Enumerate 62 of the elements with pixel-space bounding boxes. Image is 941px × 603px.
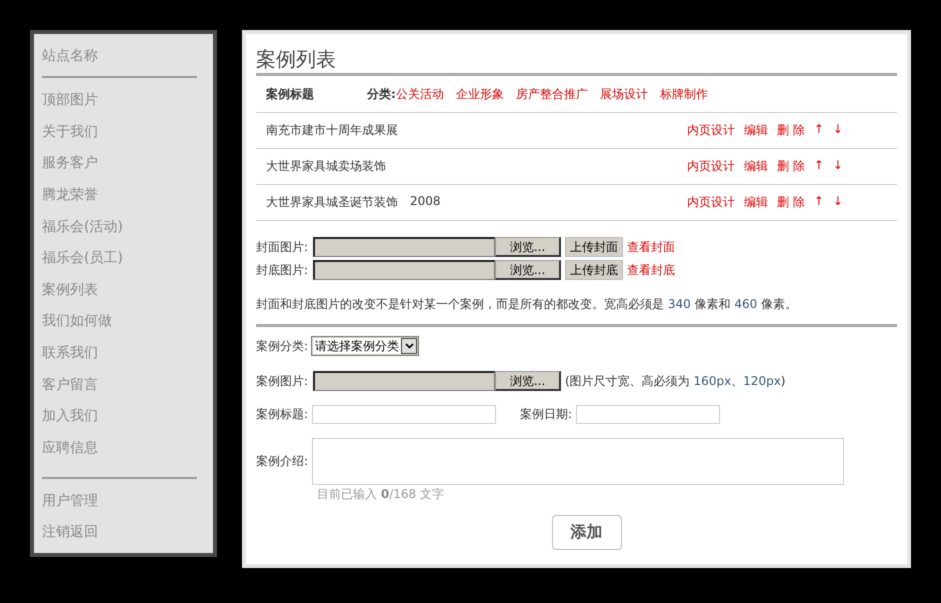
- action-link[interactable]: 编辑: [744, 194, 768, 211]
- category-link[interactable]: 展场设计: [600, 86, 648, 102]
- nav-link[interactable]: 应聘信息: [42, 437, 98, 469]
- field-label: 案例介绍:: [256, 453, 308, 470]
- add-button[interactable]: 添加: [552, 515, 622, 550]
- action-link[interactable]: 内页设计: [687, 158, 735, 175]
- field-label: 封面图片:: [256, 238, 308, 256]
- upload-button[interactable]: 上传封面: [565, 237, 624, 257]
- nav-link[interactable]: 加入我们: [42, 405, 98, 438]
- category-link[interactable]: 企业形象: [456, 86, 504, 102]
- action-link[interactable]: 编辑: [744, 122, 768, 139]
- action-link[interactable]: 内页设计: [687, 122, 735, 139]
- character-counter: 目前已输入 0/168 文字: [317, 486, 445, 502]
- case-title: 大世界家具城卖场装饰: [266, 158, 386, 175]
- field-label: 案例图片:: [256, 372, 308, 390]
- chevron-down-icon: [404, 343, 414, 349]
- category-link[interactable]: 公关活动: [396, 86, 444, 102]
- nav-link[interactable]: 福乐会(员工): [42, 247, 123, 279]
- nav-link[interactable]: 顶部图片: [42, 89, 98, 121]
- action-link[interactable]: ↑: [814, 194, 824, 211]
- nav-link[interactable]: 客户留言: [42, 374, 98, 406]
- column-header: 案例标题: [266, 86, 315, 102]
- nav-link[interactable]: 服务客户: [42, 152, 98, 184]
- nav-link[interactable]: 我们如何做: [42, 310, 112, 342]
- field-label: 封底图片:: [256, 262, 308, 278]
- action-link[interactable]: 删 除: [777, 122, 805, 139]
- site-name: 站点名称: [42, 47, 98, 66]
- category-select[interactable]: 请选择案例分类: [311, 336, 420, 356]
- action-link[interactable]: ↓: [832, 122, 843, 139]
- page-title: 案例列表: [256, 46, 336, 72]
- field-label: 案例日期:: [520, 406, 572, 423]
- action-link[interactable]: ↓: [832, 194, 843, 211]
- case-title: 大世界家具城圣诞节装饰: [266, 194, 398, 211]
- nav-link[interactable]: 关于我们: [42, 120, 98, 152]
- nav-link[interactable]: 福乐会(活动): [42, 216, 123, 248]
- intro-textarea[interactable]: [312, 438, 844, 485]
- action-link[interactable]: ↑: [814, 122, 824, 139]
- action-link[interactable]: ↓: [832, 158, 843, 175]
- case-title: 南充市建市十周年成果展: [266, 122, 398, 139]
- upload-button[interactable]: 上传封底: [565, 260, 624, 280]
- field-label: 案例分类:: [256, 338, 308, 354]
- category-label: 分类:: [367, 86, 396, 102]
- action-link[interactable]: 内页设计: [687, 194, 735, 211]
- cover-note: 封面和封底图片的改变不是针对某一个案例，而是所有的都改变。宽高必须是 340 像素和 460 像素。: [256, 296, 798, 313]
- nav-link[interactable]: 注销返回: [42, 521, 98, 553]
- nav-link[interactable]: 腾龙荣誉: [42, 184, 98, 216]
- action-link[interactable]: 删 除: [777, 194, 805, 211]
- title-input[interactable]: [312, 405, 496, 424]
- action-link[interactable]: 编辑: [744, 158, 768, 175]
- view-link[interactable]: 查看封面: [627, 238, 676, 256]
- category-link[interactable]: 房产整合推广: [516, 86, 588, 102]
- nav-link[interactable]: 案例列表: [42, 278, 98, 310]
- size-hint: (图片尺寸宽、高必须为 160px、120px): [565, 372, 786, 390]
- category-link[interactable]: 标牌制作: [660, 86, 708, 102]
- nav-link[interactable]: 联系我们: [42, 342, 98, 374]
- field-label: 案例标题:: [256, 406, 308, 423]
- date-input[interactable]: [576, 405, 720, 424]
- case-year: 2008: [410, 194, 441, 210]
- view-link[interactable]: 查看封底: [627, 262, 676, 278]
- action-link[interactable]: ↑: [814, 158, 824, 175]
- nav-link[interactable]: 用户管理: [42, 490, 98, 522]
- action-link[interactable]: 删 除: [777, 158, 805, 175]
